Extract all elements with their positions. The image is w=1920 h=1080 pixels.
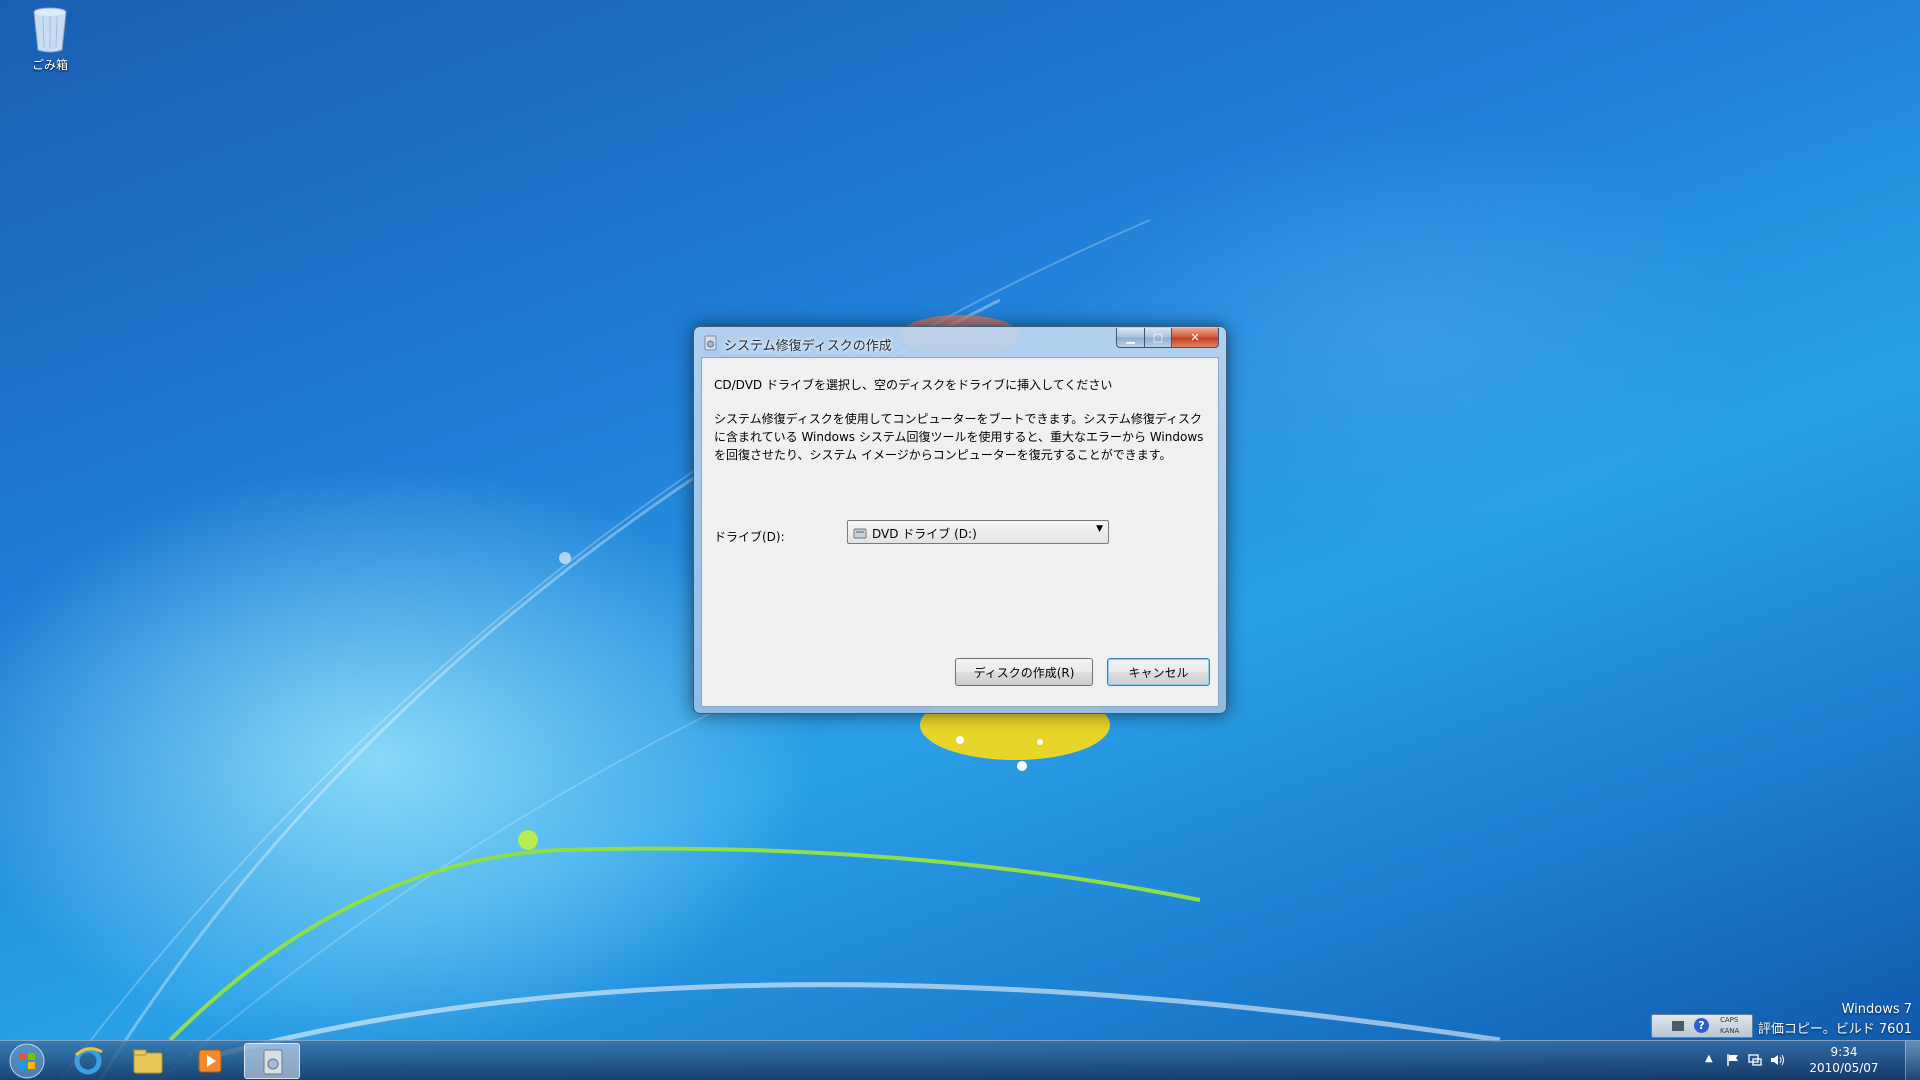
drive-selected-value: DVD ドライブ (D:) xyxy=(872,527,977,541)
system-tray: ▲ 9:34 2010/05/07 xyxy=(1700,1041,1920,1080)
windows-logo-icon xyxy=(9,1043,45,1079)
description-text: システム修復ディスクを使用してコンピューターをブートできます。システム修復ディス… xyxy=(714,412,1204,462)
taskbar-internet-explorer[interactable] xyxy=(60,1043,116,1079)
close-icon: ✕ xyxy=(1190,331,1200,344)
keyboard-icon[interactable] xyxy=(1672,1021,1684,1031)
maximize-button[interactable]: □ xyxy=(1144,328,1172,348)
window-content: CD/DVD ドライブを選択し、空のディスクをドライブに挿入してください システ… xyxy=(701,357,1219,707)
recycle-bin-icon xyxy=(33,7,67,53)
dvd-drive-icon xyxy=(853,528,867,539)
window-titlebar[interactable]: システム修復ディスクの作成 ▁ □ ✕ xyxy=(694,327,1226,357)
cancel-button[interactable]: キャンセル xyxy=(1107,658,1210,686)
language-bar[interactable]: ? CAPS KANA xyxy=(1651,1014,1753,1038)
minimize-icon: ▁ xyxy=(1126,331,1135,344)
help-glyph: ? xyxy=(1698,1019,1705,1032)
recycle-bin-shortcut[interactable]: ごみ箱 xyxy=(14,6,86,73)
volume-icon[interactable] xyxy=(1770,1053,1786,1067)
clock-date: 2010/05/07 xyxy=(1809,1061,1879,1075)
recovery-disc-icon xyxy=(263,1049,283,1075)
action-center-flag-icon[interactable] xyxy=(1726,1053,1740,1067)
kana-indicator: KANA xyxy=(1720,1027,1740,1035)
recycle-bin-label: ごみ箱 xyxy=(31,58,68,72)
drive-label: ドライブ(D): xyxy=(714,530,785,544)
app-icon xyxy=(704,335,717,351)
taskbar-media-player[interactable] xyxy=(182,1043,238,1079)
drive-dropdown[interactable]: DVD ドライブ (D:) ▼ xyxy=(847,520,1109,544)
network-icon[interactable] xyxy=(1748,1053,1762,1067)
clock[interactable]: 9:34 2010/05/07 xyxy=(1800,1044,1888,1076)
help-icon[interactable]: ? xyxy=(1694,1018,1709,1033)
show-desktop-button[interactable] xyxy=(1905,1041,1920,1080)
windows-watermark: Windows 7 評価コピー。ビルド 7601 xyxy=(1758,1000,1912,1040)
system-repair-disc-window: システム修復ディスクの作成 ▁ □ ✕ CD/DVD ドライブを選択し、空のディ… xyxy=(693,326,1227,714)
caps-indicator: CAPS xyxy=(1720,1016,1739,1024)
desktop: ごみ箱 システム修復ディスクの作成 ▁ □ ✕ CD/DVD ドライブを選択し、… xyxy=(0,0,1920,1080)
create-disc-button[interactable]: ディスクの作成(R) xyxy=(955,658,1093,686)
taskbar-system-repair-disc[interactable] xyxy=(244,1043,300,1079)
show-hidden-icons-icon[interactable]: ▲ xyxy=(1705,1053,1713,1064)
internet-explorer-icon xyxy=(74,1047,103,1075)
taskbar-windows-explorer[interactable] xyxy=(120,1043,176,1079)
media-player-icon xyxy=(198,1049,222,1073)
close-button[interactable]: ✕ xyxy=(1171,328,1219,348)
clock-time: 9:34 xyxy=(1830,1045,1858,1059)
start-button[interactable] xyxy=(6,1042,48,1080)
taskbar: ▲ 9:34 2010/05/07 xyxy=(0,1040,1920,1080)
chevron-down-icon: ▼ xyxy=(1096,524,1103,534)
watermark-line1: Windows 7 xyxy=(1841,1002,1912,1017)
instruction-text: CD/DVD ドライブを選択し、空のディスクをドライブに挿入してください xyxy=(714,378,1113,392)
watermark-line2: 評価コピー。ビルド 7601 xyxy=(1757,1022,1912,1037)
minimize-button[interactable]: ▁ xyxy=(1116,328,1145,348)
folder-icon xyxy=(133,1049,163,1074)
maximize-icon: □ xyxy=(1152,331,1164,344)
window-title: システム修復ディスクの作成 xyxy=(724,339,892,354)
